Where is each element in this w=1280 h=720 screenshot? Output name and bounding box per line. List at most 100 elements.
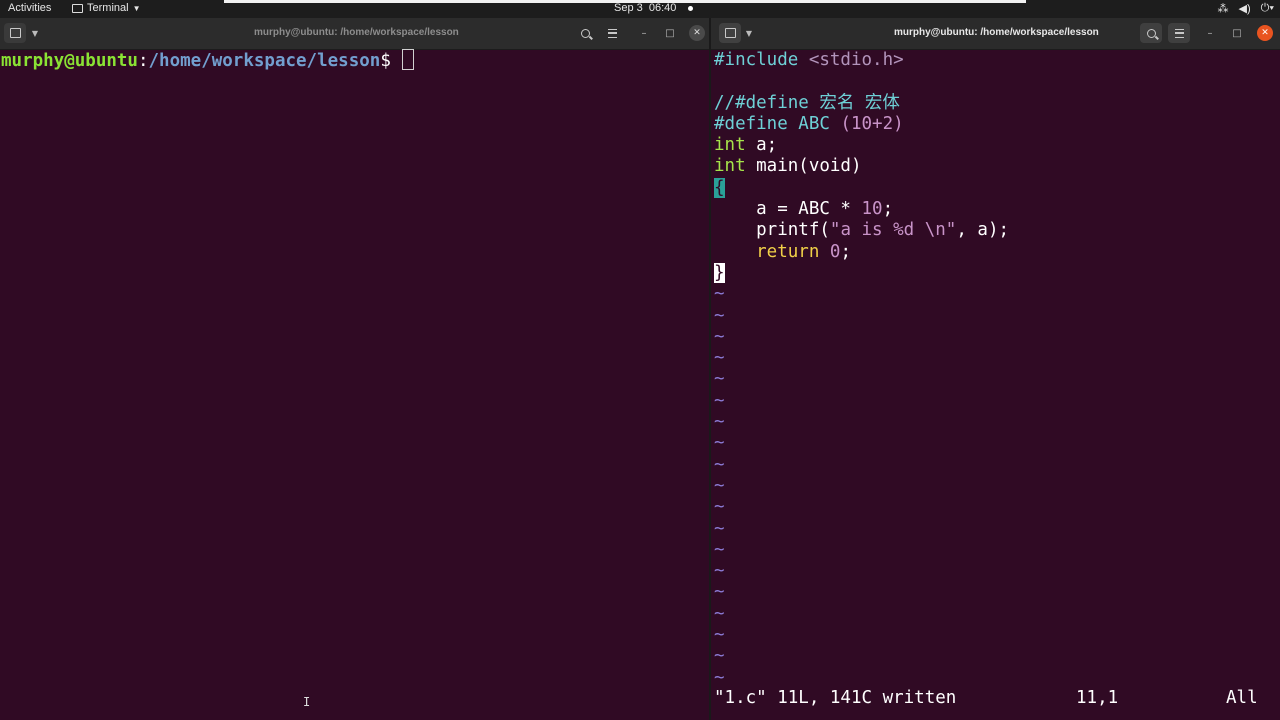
chevron-down-icon: ▼ xyxy=(31,28,39,38)
hamburger-icon xyxy=(607,28,617,38)
new-tab-button[interactable] xyxy=(719,23,741,43)
code-number: 0 xyxy=(829,241,841,262)
minimize-button[interactable]: – xyxy=(636,25,652,41)
vim-tilde-line: ~ xyxy=(714,497,725,518)
vim-tilde-line: ~ xyxy=(714,348,725,369)
app-menu[interactable]: Terminal ▼ xyxy=(72,2,141,14)
terminal-window-right[interactable]: ▼ murphy@ubuntu: /home/workspace/lesson … xyxy=(711,18,1280,720)
app-menu-label: Terminal xyxy=(87,2,129,14)
new-tab-icon xyxy=(9,28,21,38)
vim-tilde-line: ~ xyxy=(714,667,725,688)
scroll-position: All xyxy=(1226,688,1258,708)
maximize-icon: □ xyxy=(1232,27,1242,39)
window-title: murphy@ubuntu: /home/workspace/lesson xyxy=(894,27,1099,38)
notification-dot-icon xyxy=(688,5,694,11)
volume-icon[interactable]: ◀) xyxy=(1239,2,1251,15)
activities-button[interactable]: Activities xyxy=(8,2,51,14)
code-line: printf("a is %d \n", a); xyxy=(714,220,1280,241)
system-tray[interactable]: ⁂ ◀) ⏻▾ xyxy=(1218,2,1274,15)
code-preprocessor: #include xyxy=(714,50,809,70)
code-text: a; xyxy=(745,135,778,156)
search-icon xyxy=(580,28,590,38)
network-icon[interactable]: ⁂ xyxy=(1218,2,1229,15)
vim-tilde-line: ~ xyxy=(714,284,725,305)
vim-tilde-line: ~ xyxy=(714,326,725,347)
titlebar-right[interactable]: ▼ murphy@ubuntu: /home/workspace/lesson … xyxy=(711,18,1280,50)
close-button[interactable]: ✕ xyxy=(689,25,705,41)
minimize-icon: – xyxy=(641,27,647,39)
vim-tilde-line: ~ xyxy=(714,625,725,646)
code-keyword: int xyxy=(714,156,746,177)
new-tab-icon xyxy=(724,28,736,38)
text-cursor xyxy=(402,49,415,70)
window-title: murphy@ubuntu: /home/workspace/lesson xyxy=(254,27,459,38)
code-string: "a is %d \n" xyxy=(829,220,957,241)
code-text: a = ABC * xyxy=(714,199,862,220)
power-icon[interactable]: ⏻▾ xyxy=(1261,2,1274,15)
chevron-down-icon: ▼ xyxy=(132,3,141,13)
minimize-icon: – xyxy=(1207,27,1213,39)
mouse-ibeam-cursor: I xyxy=(303,695,311,709)
vim-empty-lines: ~ ~ ~ ~ ~ ~ ~ ~ ~ ~ ~ ~ ~ ~ ~ ~ ~ ~ ~ xyxy=(714,284,1280,689)
prompt-symbol: $ xyxy=(380,51,391,71)
menu-button[interactable] xyxy=(1168,23,1190,43)
vim-tilde-line: ~ xyxy=(714,582,725,603)
terminal-output-left[interactable]: murphy@ubuntu:/home/workspace/lesson$ xyxy=(1,49,709,72)
code-line: int main(void) xyxy=(714,156,1280,177)
code-text: ; xyxy=(882,199,894,220)
terminal-window-left[interactable]: ▼ murphy@ubuntu: /home/workspace/lesson … xyxy=(0,18,709,720)
chevron-down-icon: ▼ xyxy=(745,28,753,38)
code-preprocessor: #define ABC xyxy=(714,113,841,134)
vim-tilde-line: ~ xyxy=(714,646,725,667)
code-line: return 0; xyxy=(714,242,1280,263)
search-button[interactable] xyxy=(1140,23,1162,43)
maximize-icon: □ xyxy=(665,27,675,39)
code-text: , a); xyxy=(956,220,1010,241)
code-line: //#define 宏名 宏体 xyxy=(714,93,1280,114)
code-text: ; xyxy=(840,241,851,262)
vim-tilde-line: ~ xyxy=(714,433,725,454)
new-tab-button[interactable] xyxy=(4,23,26,43)
vim-tilde-line: ~ xyxy=(714,561,725,582)
vim-tilde-line: ~ xyxy=(714,412,725,433)
tab-menu-dropdown[interactable]: ▼ xyxy=(27,23,43,43)
code-text: main(void) xyxy=(745,156,862,177)
tab-menu-dropdown[interactable]: ▼ xyxy=(741,23,757,43)
vim-tilde-line: ~ xyxy=(714,454,725,475)
terminal-icon xyxy=(72,3,83,13)
maximize-button[interactable]: □ xyxy=(662,25,678,41)
code-line: #define ABC (10+2) xyxy=(714,114,1280,135)
menu-button[interactable] xyxy=(601,23,623,43)
close-icon: ✕ xyxy=(1261,28,1269,38)
vim-tilde-line: ~ xyxy=(714,603,725,624)
code-brace-close: } xyxy=(714,262,725,283)
vim-status-line: "1.c" 11L, 141C written 11,1 All xyxy=(714,688,1280,709)
vim-tilde-line: ~ xyxy=(714,369,725,390)
clock[interactable]: Sep 3 06:40 xyxy=(614,2,694,14)
cursor-position: 11,1 xyxy=(1076,688,1119,708)
code-line: int a; xyxy=(714,135,1280,156)
top-bar: Activities Terminal ▼ Sep 3 06:40 ⁂ ◀) ⏻… xyxy=(0,0,1280,18)
code-brace-open: { xyxy=(714,177,725,198)
code-line: { xyxy=(714,177,1280,199)
prompt-separator: : xyxy=(137,51,149,71)
minimize-button[interactable]: – xyxy=(1202,25,1218,41)
code-comment: //#define 宏名 宏体 xyxy=(714,92,900,113)
vim-tilde-line: ~ xyxy=(714,539,725,560)
hamburger-icon xyxy=(1174,28,1184,38)
code-header: <stdio.h> xyxy=(808,50,904,70)
code-line: a = ABC * 10; xyxy=(714,199,1280,220)
code-keyword: int xyxy=(714,135,746,156)
close-button[interactable]: ✕ xyxy=(1257,25,1273,41)
vim-tilde-line: ~ xyxy=(714,475,725,496)
vim-buffer[interactable]: #include <stdio.h> //#define 宏名 宏体 #defin… xyxy=(714,50,1280,689)
code-keyword: return xyxy=(714,241,820,262)
titlebar-left[interactable]: ▼ murphy@ubuntu: /home/workspace/lesson … xyxy=(0,18,709,50)
clock-text: Sep 3 06:40 xyxy=(614,2,677,14)
maximize-button[interactable]: □ xyxy=(1229,25,1245,41)
search-button[interactable] xyxy=(574,23,596,43)
prompt-path: /home/workspace/lesson xyxy=(148,51,381,71)
prompt-user: murphy@ubuntu xyxy=(1,51,138,71)
